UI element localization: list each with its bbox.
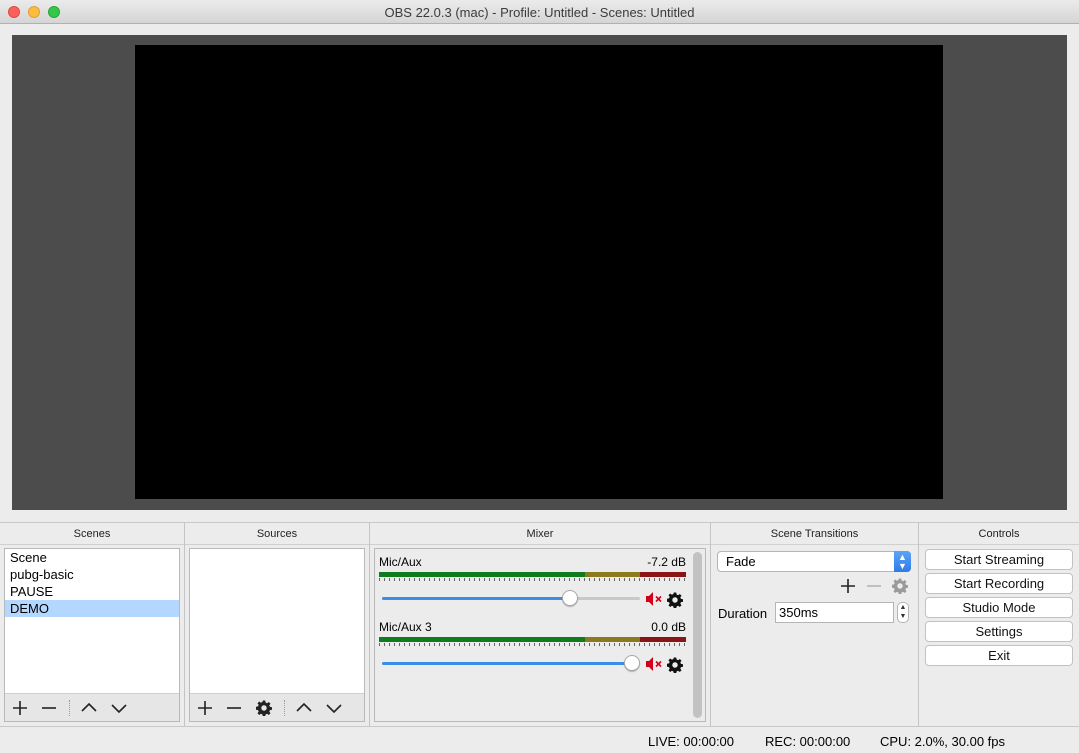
add-transition-button[interactable] [837,575,859,597]
volume-slider-fill [382,662,632,665]
sources-dock-title: Sources [185,523,369,545]
chevron-up-icon [81,702,97,712]
mixer-channel-name: Mic/Aux 3 [379,620,432,634]
scenes-list[interactable]: Scene pubg-basic PAUSE DEMO [4,548,180,722]
transitions-dock-title: Scene Transitions [711,523,918,545]
sources-toolbar [190,693,364,721]
sources-list[interactable] [189,548,365,722]
mixer-dock-title: Mixer [370,523,710,545]
duration-label: Duration [718,606,768,621]
muted-speaker-icon[interactable] [645,591,663,607]
scenes-items: Scene pubg-basic PAUSE DEMO [5,549,179,617]
volume-meter [379,637,686,642]
chevron-up-down-icon: ▲ ▼ [894,551,911,572]
live-timer: LIVE: 00:00:00 [648,734,735,749]
scene-list-item[interactable]: Scene [5,549,179,566]
remove-scene-button[interactable] [38,697,60,719]
gear-icon[interactable] [667,592,683,608]
exit-button[interactable]: Exit [925,645,1073,666]
mixer-scrollbar[interactable] [693,552,702,718]
window-title: OBS 22.0.3 (mac) - Profile: Untitled - S… [384,5,695,20]
minus-icon [42,707,56,709]
scene-list-item[interactable]: PAUSE [5,583,179,600]
duration-stepper[interactable]: ▲ ▼ [897,602,909,623]
duration-input[interactable] [775,602,894,623]
mixer-channel-db: -7.2 dB [647,555,686,569]
studio-mode-button[interactable]: Studio Mode [925,597,1073,618]
volume-slider-knob[interactable] [624,655,640,671]
transition-properties-button[interactable] [889,575,911,597]
volume-meter [379,572,686,577]
meter-scale [379,578,686,581]
plus-icon [198,701,212,715]
start-recording-button[interactable]: Start Recording [925,573,1073,594]
move-source-down-button[interactable] [323,697,345,719]
mixer-channel-name: Mic/Aux [379,555,422,569]
transition-select[interactable]: Fade ▲ ▼ [717,551,911,572]
volume-slider-fill [382,597,568,600]
title-bar: OBS 22.0.3 (mac) - Profile: Untitled - S… [0,0,1079,24]
remove-source-button[interactable] [223,697,245,719]
scenes-toolbar [5,693,179,721]
transition-select-value: Fade [726,554,756,569]
rec-timer: REC: 00:00:00 [765,734,851,749]
plus-icon [841,579,855,593]
scenes-dock-title: Scenes [0,523,184,545]
scene-list-item[interactable]: pubg-basic [5,566,179,583]
chevron-up-icon: ▲ [899,604,907,611]
toolbar-divider [69,700,70,716]
gear-icon [892,578,908,594]
move-scene-up-button[interactable] [78,697,100,719]
cpu-fps-readout: CPU: 2.0%, 30.00 fps [880,734,1006,749]
settings-button[interactable]: Settings [925,621,1073,642]
source-properties-button[interactable] [253,697,275,719]
preview-area [12,35,1067,510]
scene-list-item[interactable]: DEMO [5,600,179,617]
remove-transition-button[interactable] [863,575,885,597]
gear-icon [256,700,272,716]
status-bar: LIVE: 00:00:00 REC: 00:00:00 CPU: 2.0%, … [0,726,1079,753]
chevron-down-icon [111,704,127,714]
chevron-down-icon: ▼ [899,613,907,620]
volume-slider[interactable] [382,590,640,606]
gear-icon[interactable] [667,657,683,673]
volume-slider[interactable] [382,655,640,671]
plus-icon [13,701,27,715]
meter-scale [379,643,686,646]
volume-slider-knob[interactable] [562,590,578,606]
chevron-down-icon [326,704,342,714]
move-source-up-button[interactable] [293,697,315,719]
add-scene-button[interactable] [9,697,31,719]
move-scene-down-button[interactable] [108,697,130,719]
minus-icon [227,707,241,709]
toolbar-divider [284,700,285,716]
minus-icon [867,585,881,587]
add-source-button[interactable] [194,697,216,719]
start-streaming-button[interactable]: Start Streaming [925,549,1073,570]
chevron-up-icon [296,702,312,712]
preview-canvas[interactable] [135,45,943,499]
controls-dock-title: Controls [919,523,1079,545]
muted-speaker-icon[interactable] [645,656,663,672]
mixer-channel-db: 0.0 dB [651,620,686,634]
